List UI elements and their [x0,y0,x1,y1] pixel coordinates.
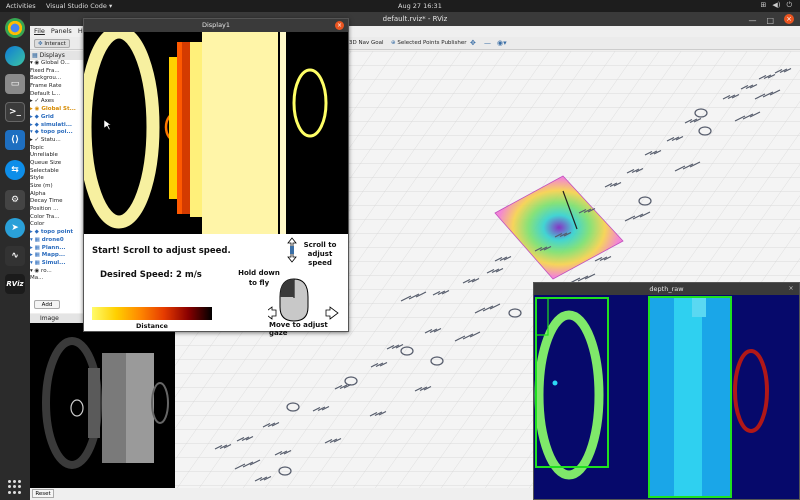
menu-panels[interactable]: Panels [51,26,72,37]
display-tree-row[interactable]: Position ... [30,206,84,214]
display-tree-row[interactable]: ▸ ◆ Grid [30,114,84,122]
display1-title: Display1 [201,21,231,29]
interact-label: Interact [44,41,66,47]
display-tree-row[interactable]: Queue Size [30,160,84,168]
display-tree-row[interactable]: Backgrou... [30,75,84,83]
display-tree-row[interactable]: ▾ ◉ Global O... [30,60,84,68]
depth-raw-title: depth_raw [649,285,684,293]
display-tree-row[interactable]: ▸ ◆ topo point [30,229,84,237]
display-tree-row[interactable]: Fixed Fra... [30,68,84,76]
display-tree-row[interactable]: Color [30,221,84,229]
display-tree-row[interactable]: Style [30,175,84,183]
desired-speed: Desired Speed: 2 m/s [100,270,202,280]
display1-scene [84,32,328,234]
teamviewer-icon[interactable]: ⇆ [5,160,25,180]
displays-tree[interactable]: ▾ ◉ Global O... Fixed Fra... Backgrou...… [30,60,84,283]
show-apps-icon[interactable] [8,480,22,494]
displays-icon: ▦ [32,52,38,59]
app-menu[interactable]: Visual Studio Code ▾ [46,2,112,10]
activities-button[interactable]: Activities [6,2,36,10]
image-panel-title: Image [40,315,59,322]
terminal-icon[interactable]: >_ [5,102,25,122]
dock: ▭ >_ ⟨⟩ ⇆ ⚙ ➤ ∿ RViz [0,12,30,500]
display-tree-row[interactable]: ▾ ▦ drone0 [30,237,84,245]
close-icon[interactable]: × [787,285,795,293]
display-tree-row[interactable]: Alpha [30,191,84,199]
camera-view-icon[interactable]: ◉▾ [497,39,507,47]
power-icon: ⏻ [786,1,792,9]
volume-icon: ◀) [772,1,781,9]
window-title: default.rviz* - RViz [382,15,448,23]
display-tree-row[interactable]: ▾ ◆ topo poi... [30,129,84,137]
monitor-icon[interactable]: ∿ [5,246,25,266]
display-tree-row[interactable]: Unreliable [30,152,84,160]
remove-tool-icon[interactable]: — [484,39,491,47]
move-camera-icon[interactable]: ✥ [470,39,476,47]
mouse-icon [268,237,339,322]
files-icon[interactable]: ▭ [5,74,25,94]
interact-button[interactable]: ✥ Interact [34,39,70,48]
display1-window: Display1 × Start! Scroll to adjust speed… [83,18,349,337]
display-tree-row[interactable]: Topic [30,145,84,153]
display-tree-row[interactable]: ▸ ◆ simulati... [30,122,84,130]
system-tray[interactable]: ⊞ ◀) ⏻ [760,1,792,10]
rviz-icon[interactable]: RViz [5,274,25,294]
display-tree-row[interactable]: Size (m) [30,183,84,191]
publish-label: Selected Points Publisher [397,40,467,46]
close-icon[interactable]: × [335,21,344,30]
publish-icon: ⊕ [391,40,396,46]
display-tree-row[interactable]: ▸ ▦ Mapp... [30,252,84,260]
reset-button[interactable]: Reset [32,489,54,498]
distance-colorbar [92,307,212,320]
edge-icon[interactable] [5,46,25,66]
display-tree-row[interactable]: Color Tra... [30,214,84,222]
displays-buttons: Add [30,300,85,310]
depth-raw-window: depth_raw × [533,282,800,500]
display1-view[interactable] [84,32,348,234]
displays-title: Displays [39,52,65,59]
desktop: Activities Visual Studio Code ▾ Aug 27 1… [0,0,800,500]
display-tree-row[interactable]: ▾ ▦ Simul... [30,260,84,268]
vscode-icon[interactable]: ⟨⟩ [5,130,25,150]
add-button[interactable]: Add [34,300,60,309]
start-message: Start! Scroll to adjust speed. [92,246,231,256]
settings-icon[interactable]: ⚙ [5,190,25,210]
display-tree-row[interactable]: ▾ ◉ ro... [30,268,84,276]
display-tree-row[interactable]: Frame Rate [30,83,84,91]
display-tree-row[interactable]: Ma... [30,275,84,283]
image-view [42,337,169,469]
depth-raw-titlebar: depth_raw × [534,283,799,295]
displays-header: ▦ Displays [30,51,84,60]
selected-points-publisher-button[interactable]: ⊕ Selected Points Publisher [388,39,469,48]
display-tree-row[interactable]: ▸ ◉ Global St... [30,106,84,114]
distance-label: Distance [136,322,168,330]
display-tree-row[interactable]: Decay Time [30,198,84,206]
nav-goal-button[interactable]: 3D Nav Goal [346,39,387,48]
clock[interactable]: Aug 27 16:31 [398,2,442,10]
image-panel: Image [30,314,175,488]
display-tree-row[interactable]: Selectable [30,168,84,176]
display-tree-row[interactable]: ▸ ✓ Statu... [30,137,84,145]
displays-panel: ▦ Displays ▾ ◉ Global O... Fixed Fra... … [30,51,85,313]
display-tree-row[interactable]: ▸ ✓ Axes [30,98,84,106]
display-tree-row[interactable]: ▸ ▦ Plann... [30,245,84,253]
nav-goal-label: 3D Nav Goal [349,40,384,46]
depth-raw-view[interactable] [534,295,799,499]
display1-titlebar: Display1 × [84,19,348,32]
close-icon[interactable]: × [784,14,794,24]
telegram-icon[interactable]: ➤ [5,218,25,238]
top-bar: Activities Visual Studio Code ▾ Aug 27 1… [0,0,800,12]
interact-icon: ✥ [38,41,43,47]
chrome-icon[interactable] [5,18,25,38]
menu-file[interactable]: File [34,26,45,37]
display1-info: Start! Scroll to adjust speed. Desired S… [84,234,348,337]
depth-raw-image [534,295,799,499]
network-icon: ⊞ [760,1,767,9]
display-tree-row[interactable]: Default L... [30,91,84,99]
